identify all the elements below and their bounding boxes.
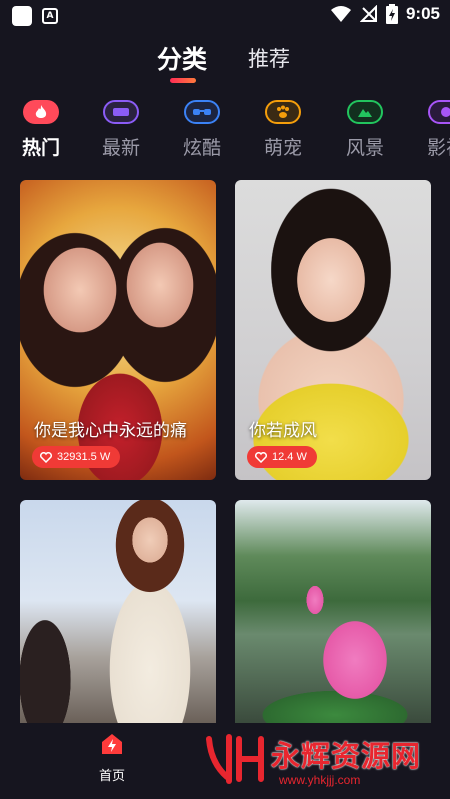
video-title: 你是我心中永远的痛 [34, 421, 187, 441]
battery-charging-icon [385, 4, 398, 24]
heart-icon [40, 451, 52, 463]
category-label: 热门 [21, 137, 60, 159]
like-count: 12.4 W [272, 451, 307, 463]
tab-recommend[interactable]: 推荐 [248, 43, 290, 73]
like-badge[interactable]: 12.4 W [247, 446, 317, 468]
category-label: 影视 [426, 137, 450, 159]
status-bar: A 9:05 [0, 0, 450, 32]
category-label: 炫酷 [182, 137, 221, 159]
video-title: 你若成风 [249, 421, 317, 441]
watermark-logo-icon [206, 734, 264, 784]
film-icon [428, 100, 450, 124]
video-thumbnail [20, 500, 216, 724]
category-label: 最新 [101, 137, 140, 159]
watermark-url: www.yhkjjj.com [279, 773, 361, 787]
home-bolt-icon [102, 734, 122, 754]
category-film[interactable]: 影视 [411, 100, 450, 160]
sunglasses-icon [184, 100, 220, 124]
nav-home[interactable]: 首页 [92, 731, 132, 784]
category-cool[interactable]: 炫酷 [167, 100, 237, 160]
video-card[interactable]: 你是我心中永远的痛 32931.5 W [20, 180, 216, 480]
paw-icon [265, 100, 301, 124]
notification-icon [12, 6, 32, 26]
video-thumbnail [235, 500, 431, 724]
category-label: 风景 [345, 137, 384, 159]
active-tab-indicator [170, 78, 196, 83]
category-label: 萌宠 [263, 137, 302, 159]
category-row: 热门 最新 炫酷 萌宠 风景 影视 [0, 100, 450, 164]
category-new[interactable]: 最新 [86, 100, 156, 160]
app-notification-icon: A [42, 8, 58, 24]
clock: 9:05 [405, 4, 440, 23]
mountain-icon [347, 100, 383, 124]
video-card[interactable] [235, 500, 431, 724]
heart-icon [255, 451, 267, 463]
video-card[interactable]: 你若成风 12.4 W [235, 180, 431, 480]
category-scenery[interactable]: 风景 [330, 100, 400, 160]
video-card[interactable] [20, 500, 216, 724]
category-pets[interactable]: 萌宠 [248, 100, 318, 160]
new-icon [103, 100, 139, 124]
like-badge[interactable]: 32931.5 W [32, 446, 121, 468]
like-count: 32931.5 W [57, 451, 111, 463]
category-hot[interactable]: 热门 [6, 100, 76, 160]
wifi-icon [330, 6, 351, 22]
top-tabs: 分类 推荐 [0, 40, 450, 84]
no-signal-icon [359, 5, 377, 22]
flame-icon [23, 100, 59, 124]
watermark-text: 永辉资源网 [271, 739, 422, 773]
bottom-nav: 首页 永辉资源网 www.yhkjjj.com [0, 723, 450, 799]
watermark: 永辉资源网 www.yhkjjj.com [205, 727, 445, 793]
nav-home-label: 首页 [98, 769, 125, 784]
tab-category[interactable]: 分类 [157, 40, 207, 76]
